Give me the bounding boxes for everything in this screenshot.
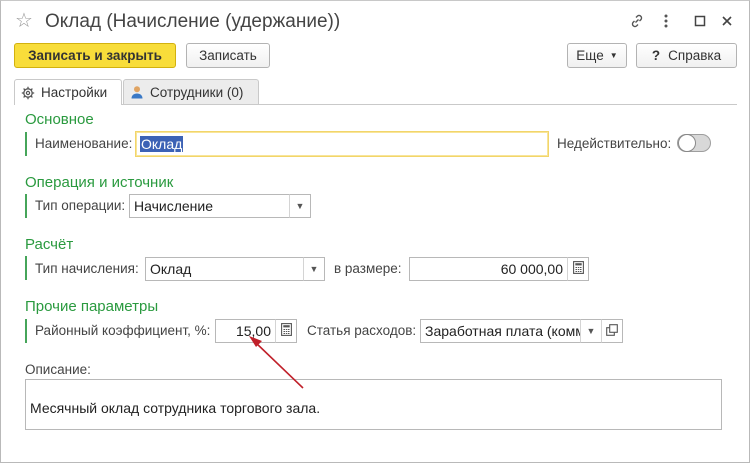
more-button-label: Еще [576,48,604,63]
accrual-type-label: Тип начисления: [35,261,139,276]
operation-type-dropdown-button[interactable]: ▼ [289,194,311,218]
name-input-value: Оклад [140,136,184,152]
accrual-type-value: Оклад [150,261,192,277]
user-icon [130,85,144,99]
save-button[interactable]: Записать [186,43,270,68]
more-icon[interactable] [656,11,676,31]
accrual-type-dropdown-button[interactable]: ▼ [303,257,325,281]
form-window: ☆ Оклад (Начисление (удержание)) Записат… [0,0,750,463]
group-bar-basic [25,132,27,156]
regional-coef-value: 15,00 [235,323,271,339]
tabs-divider [14,104,737,105]
expense-item-dropdown-button[interactable]: ▼ [580,319,602,343]
chevron-down-icon: ▼ [295,201,305,211]
name-label: Наименование: [35,136,133,151]
chevron-down-icon: ▼ [586,326,596,336]
amount-input[interactable]: 60 000,00 [409,257,568,281]
group-bar-other [25,319,27,343]
description-textarea[interactable]: Месячный оклад сотрудника торгового зала… [25,379,722,430]
expense-item-open-button[interactable] [601,319,623,343]
window-title: Оклад (Начисление (удержание)) [45,11,341,32]
regional-coef-label: Районный коэффициент, %: [35,323,211,338]
calculator-icon [280,323,292,339]
group-bar-calc [25,256,27,280]
invalid-label: Недействительно: [557,136,672,151]
regional-coef-input[interactable]: 15,00 [215,319,276,343]
regional-coef-calculator-button[interactable] [275,319,297,343]
amount-value: 60 000,00 [500,261,563,277]
open-icon [606,323,618,339]
tab-employees-label: Сотрудники (0) [150,84,244,100]
operation-type-select[interactable]: Начисление [129,194,290,218]
toggle-knob [678,134,696,152]
description-label: Описание: [25,362,91,377]
section-title-basic: Основное [25,111,94,128]
invalid-toggle[interactable] [677,134,711,152]
name-input[interactable]: Оклад [135,131,549,157]
accrual-type-select[interactable]: Оклад [145,257,304,281]
tab-settings-label: Настройки [41,85,108,100]
calculator-icon [572,261,584,277]
link-icon[interactable] [627,11,647,31]
operation-type-label: Тип операции: [35,198,126,213]
tab-employees[interactable]: Сотрудники (0) [123,79,259,104]
section-title-calc: Расчёт [25,236,74,253]
amount-calculator-button[interactable] [567,257,589,281]
gear-icon [21,86,35,100]
expense-item-value: Заработная плата (комм [425,323,581,339]
maximize-icon[interactable] [690,11,710,31]
close-icon[interactable] [717,11,737,31]
help-icon: ? [651,48,661,63]
help-button-label: Справка [668,48,722,63]
help-button[interactable]: ? Справка [636,43,737,68]
section-title-operation: Операция и источник [25,174,174,191]
expense-item-label: Статья расходов: [307,323,417,338]
amount-label: в размере: [334,261,402,276]
group-bar-operation [25,194,27,218]
chevron-down-icon: ▼ [609,51,618,60]
operation-type-value: Начисление [134,198,213,214]
chevron-down-icon: ▼ [309,264,319,274]
expense-item-select[interactable]: Заработная плата (комм [420,319,581,343]
description-value: Месячный оклад сотрудника торгового зала… [30,400,321,416]
tab-settings[interactable]: Настройки [14,79,122,105]
section-title-other: Прочие параметры [25,298,159,315]
more-button[interactable]: Еще ▼ [567,43,627,68]
star-icon[interactable]: ☆ [15,9,33,33]
save-and-close-button[interactable]: Записать и закрыть [14,43,176,68]
